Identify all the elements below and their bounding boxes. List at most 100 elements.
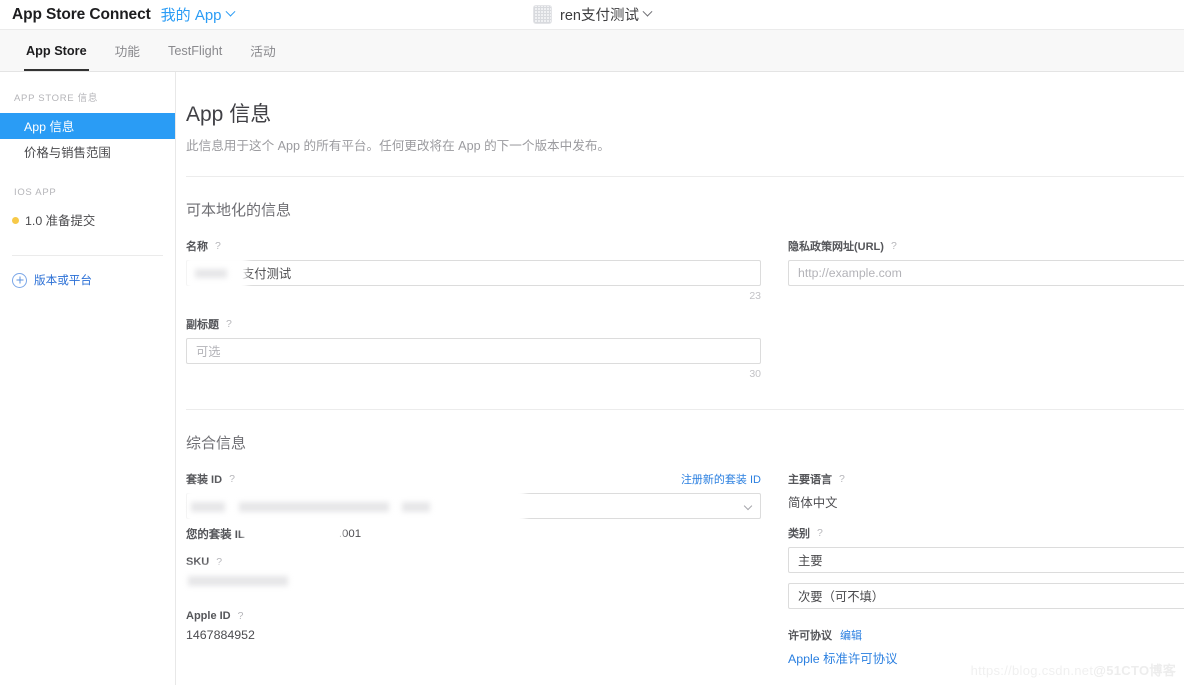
localizable-right-column: 隐私政策网址(URL) ? http://example.com <box>761 238 1184 380</box>
category-label-text: 类别 <box>788 528 810 540</box>
redaction-smudge <box>244 522 342 544</box>
tab-label: 活动 <box>250 45 276 59</box>
add-version-or-platform-button[interactable]: 版本或平台 <box>0 272 175 288</box>
sidebar-divider <box>12 255 163 256</box>
privacy-url-label-text: 隐私政策网址(URL) <box>788 241 884 253</box>
status-dot-icon <box>12 216 19 224</box>
license-agreement-field-label: 许可协议 编辑 <box>788 627 1184 643</box>
category-primary-value: 主要 <box>798 554 823 568</box>
my-app-label: 我的 App <box>160 7 222 24</box>
general-left-column: 套装 ID ? 注册新的套装 ID 您的套装 IL .001 SKU ? App… <box>184 471 761 685</box>
add-version-label: 版本或平台 <box>34 274 92 287</box>
sidebar-item-app-info[interactable]: App 信息 <box>0 113 175 139</box>
primary-language-label-text: 主要语言 <box>788 474 832 486</box>
sidebar-item-version-1-0[interactable]: 1.0 准备提交 <box>0 207 175 233</box>
apple-id-label-text: Apple ID <box>186 610 231 622</box>
bundle-id-select[interactable] <box>185 487 761 527</box>
watermark-source: @51CTO博客 <box>1093 663 1176 678</box>
bundle-suffix-label: 您的套装 IL <box>186 529 245 541</box>
name-value: 支付测试 <box>242 267 292 281</box>
help-icon[interactable]: ? <box>891 240 897 252</box>
general-section-title: 综合信息 <box>186 435 247 452</box>
category-primary-select[interactable]: 主要 <box>788 547 1184 573</box>
main-content: App 信息 此信息用于这个 App 的所有平台。任何更改将在 App 的下一个… <box>176 72 1184 685</box>
sidebar: APP STORE 信息 App 信息 价格与销售范围 IOS APP 1.0 … <box>0 72 176 685</box>
main-tab-bar: App Store 功能 TestFlight 活动 <box>0 29 1184 72</box>
help-icon[interactable]: ? <box>215 240 221 252</box>
sku-value <box>184 566 761 596</box>
help-icon[interactable]: ? <box>238 610 244 622</box>
sidebar-group-ios-app: IOS APP <box>14 187 57 198</box>
name-field-label: 名称 ? <box>186 238 761 254</box>
license-label-text: 许可协议 <box>788 630 832 642</box>
redaction-smudge <box>402 502 430 512</box>
chevron-down-icon <box>743 501 753 511</box>
app-icon-placeholder <box>533 5 553 24</box>
privacy-url-input[interactable]: http://example.com <box>788 260 1184 286</box>
app-store-connect-window: App Store Connect 我的 App ren支付测试 App Sto… <box>0 0 1184 685</box>
help-icon[interactable]: ? <box>229 473 235 485</box>
subtitle-counter: 30 <box>749 368 761 380</box>
subtitle-field-label: 副标题 ? <box>186 316 761 332</box>
sku-field-label: SKU ? <box>186 556 761 568</box>
bundle-suffix-value: .001 <box>338 528 362 540</box>
tab-label: 功能 <box>114 45 140 59</box>
tab-features[interactable]: 功能 <box>101 30 154 71</box>
category-secondary-value: 次要（可不填） <box>798 590 885 604</box>
bundle-id-suffix-note: 您的套装 IL .001 <box>186 522 761 544</box>
privacy-url-placeholder: http://example.com <box>798 266 902 280</box>
localizable-columns: 名称 ? 支付测试 23 副标题 ? 可选 30 隐私政策网址(URL) ? h… <box>185 238 1184 380</box>
sidebar-item-pricing-availability[interactable]: 价格与销售范围 <box>0 139 175 165</box>
section-divider <box>186 409 1184 410</box>
general-right-column: 主要语言 ? 简体中文 类别 ? 主要 次要（可不填） 许可协议 编辑 Appl… <box>761 471 1184 685</box>
redaction-smudge <box>188 576 288 586</box>
bundle-id-label-text: 套装 ID <box>186 474 223 486</box>
register-new-bundle-id-link[interactable]: 注册新的套装 ID <box>681 471 761 487</box>
help-icon[interactable]: ? <box>817 527 823 539</box>
apple-id-value: 1467884952 <box>186 628 255 642</box>
subtitle-label-text: 副标题 <box>186 319 219 331</box>
general-columns: 套装 ID ? 注册新的套装 ID 您的套装 IL .001 SKU ? App… <box>184 471 1184 685</box>
redaction-smudge <box>185 487 525 527</box>
license-edit-link[interactable]: 编辑 <box>840 627 862 643</box>
tab-app-store[interactable]: App Store <box>12 30 101 71</box>
name-label-text: 名称 <box>186 241 208 253</box>
name-input[interactable]: 支付测试 <box>185 255 761 293</box>
tab-activity[interactable]: 活动 <box>236 30 289 71</box>
my-app-menu[interactable]: 我的 App <box>160 4 235 25</box>
chevron-down-icon <box>642 6 653 17</box>
redaction-smudge <box>185 255 247 293</box>
sku-label-text: SKU <box>186 556 210 568</box>
category-secondary-select[interactable]: 次要（可不填） <box>788 583 1184 609</box>
redaction-smudge <box>239 502 389 512</box>
sidebar-item-label: App 信息 <box>24 120 75 134</box>
help-icon[interactable]: ? <box>216 556 222 568</box>
bundle-id-field-label: 套装 ID ? 注册新的套装 ID <box>186 471 761 487</box>
redaction-smudge <box>195 269 227 278</box>
current-app-name-menu[interactable]: ren支付测试 <box>560 4 653 25</box>
localizable-section-title: 可本地化的信息 <box>186 202 292 219</box>
help-icon[interactable]: ? <box>226 318 232 330</box>
subtitle-input[interactable]: 可选 <box>186 338 761 364</box>
brand-title: App Store Connect <box>12 5 151 23</box>
redaction-smudge <box>191 502 225 512</box>
sidebar-version-label: 1.0 准备提交 <box>25 214 96 228</box>
primary-language-field-label: 主要语言 ? <box>788 471 1184 487</box>
tab-testflight[interactable]: TestFlight <box>154 30 236 71</box>
tab-label: App Store <box>26 43 87 58</box>
privacy-url-field-label: 隐私政策网址(URL) ? <box>788 238 1184 254</box>
body-container: APP STORE 信息 App 信息 价格与销售范围 IOS APP 1.0 … <box>0 72 1184 685</box>
sidebar-group-app-store-info: APP STORE 信息 <box>14 93 99 104</box>
name-counter: 23 <box>749 290 761 302</box>
primary-language-value: 简体中文 <box>788 496 838 510</box>
current-app-name: ren支付测试 <box>560 8 639 24</box>
chevron-down-icon <box>225 6 235 17</box>
watermark: https://blog.csdn.net@51CTO博客 <box>971 660 1176 679</box>
top-bar: App Store Connect 我的 App ren支付测试 <box>0 0 1184 29</box>
redaction-smudge <box>184 566 302 596</box>
sidebar-item-label: 价格与销售范围 <box>24 146 111 160</box>
app-switcher[interactable]: ren支付测试 <box>533 4 653 25</box>
help-icon[interactable]: ? <box>839 473 845 485</box>
apple-id-field-label: Apple ID ? <box>186 610 761 622</box>
subtitle-placeholder: 可选 <box>196 345 221 359</box>
